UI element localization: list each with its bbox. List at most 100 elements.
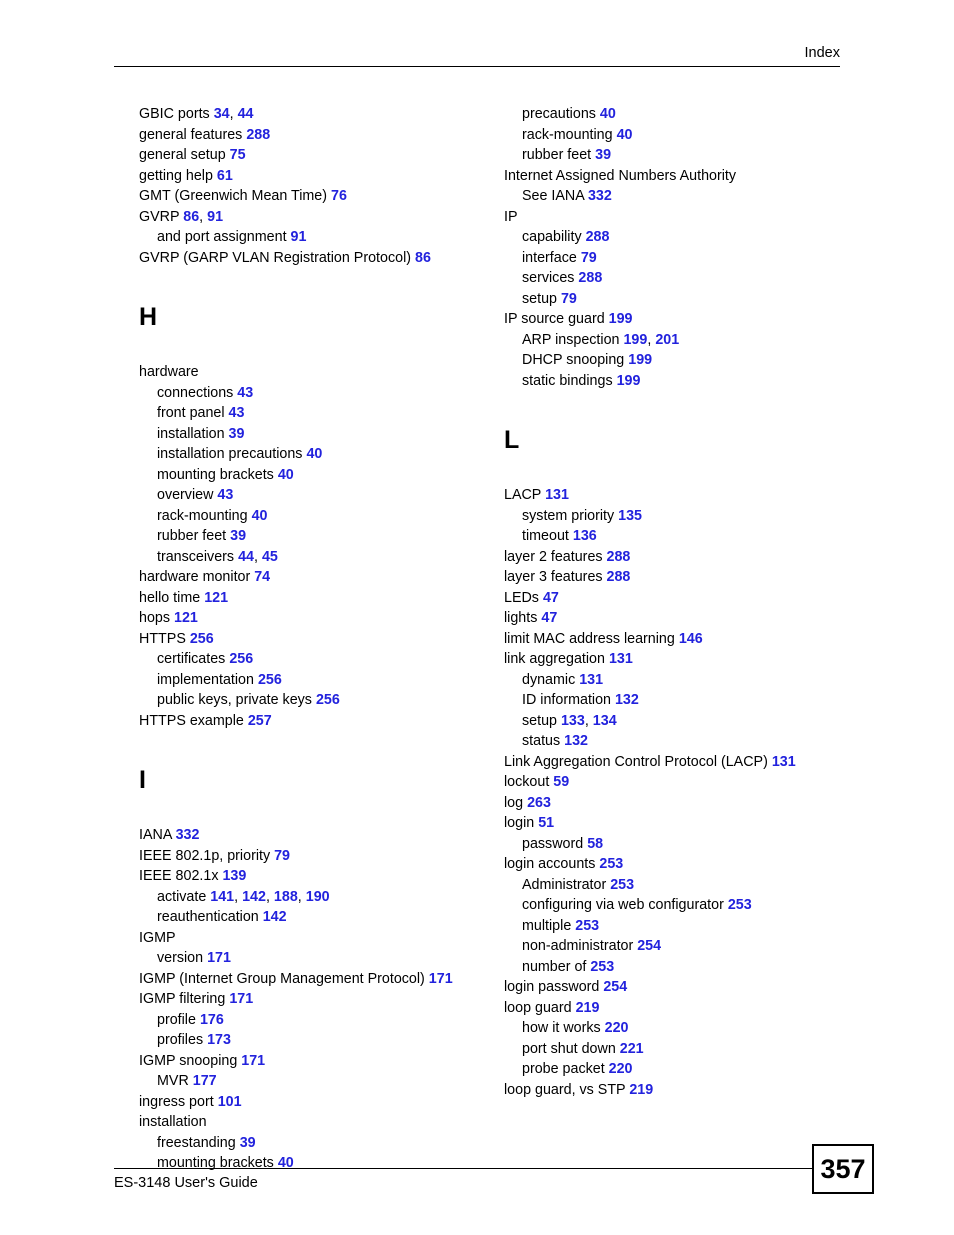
page-reference-link[interactable]: 44 [238, 106, 254, 122]
page-reference-link[interactable]: 221 [620, 1041, 644, 1057]
page-reference-link[interactable]: 44 [238, 549, 254, 565]
page-reference-link[interactable]: 79 [581, 250, 597, 266]
page-reference-link[interactable]: 121 [174, 610, 198, 626]
page-reference-link[interactable]: 146 [679, 631, 703, 647]
page-reference-link[interactable]: 288 [607, 549, 631, 565]
page-reference-link[interactable]: 79 [561, 291, 577, 307]
page-reference-link[interactable]: 219 [629, 1082, 653, 1098]
page-reference-link[interactable]: 256 [316, 692, 340, 708]
page-reference-link[interactable]: 134 [593, 713, 617, 729]
page-reference-link[interactable]: 220 [605, 1020, 629, 1036]
page-reference-link[interactable]: 39 [230, 528, 246, 544]
index-entry-label: profiles [157, 1032, 204, 1048]
page-reference-link[interactable]: 288 [246, 127, 270, 143]
page-reference-link[interactable]: 39 [240, 1135, 256, 1151]
page-reference-link[interactable]: 142 [242, 889, 266, 905]
page-reference-link[interactable]: 171 [229, 991, 253, 1007]
page-reference-link[interactable]: 40 [306, 446, 322, 462]
page-reference-link[interactable]: 43 [237, 385, 253, 401]
page-reference-link[interactable]: 220 [609, 1061, 633, 1077]
page-reference-link[interactable]: 201 [655, 332, 679, 348]
index-entry-label: IEEE 802.1p, priority [139, 847, 271, 864]
index-entry: IP source guard 199 [504, 309, 844, 330]
page-reference-link[interactable]: 254 [637, 938, 661, 954]
page-reference-link[interactable]: 40 [278, 467, 294, 483]
page-reference-link[interactable]: 74 [254, 569, 270, 585]
index-entry-label: IGMP filtering [139, 991, 226, 1007]
page-reference-link[interactable]: 253 [728, 897, 752, 913]
page-reference-link[interactable]: 47 [543, 590, 559, 606]
page-reference-link[interactable]: 136 [573, 528, 597, 544]
page-reference-link[interactable]: 253 [599, 856, 623, 872]
page-reference-link[interactable]: 131 [545, 487, 569, 503]
page-reference-link[interactable]: 139 [222, 868, 246, 884]
page-reference-link[interactable]: 253 [610, 877, 634, 893]
page-reference-link[interactable]: 101 [218, 1094, 242, 1110]
page-reference-link[interactable]: 131 [579, 672, 603, 688]
index-entry-label: IEEE 802.1x [139, 868, 219, 884]
index-entry-label: IGMP (Internet Group Management Protocol… [139, 970, 425, 987]
page-reference-link[interactable]: 79 [274, 848, 290, 864]
page-reference-link[interactable]: 288 [607, 569, 631, 585]
page-reference-link[interactable]: 75 [230, 147, 246, 163]
page-reference-link[interactable]: 40 [617, 127, 633, 143]
page-reference-link[interactable]: 91 [207, 209, 223, 225]
index-entry-label: profile [157, 1011, 196, 1028]
page-reference-link[interactable]: 131 [609, 651, 633, 667]
page-reference-link[interactable]: 39 [229, 426, 245, 442]
page-reference-link[interactable]: 199 [609, 311, 633, 327]
page-reference-link[interactable]: 256 [258, 672, 282, 688]
page-reference-link[interactable]: 288 [578, 270, 602, 286]
index-entry-label: reauthentication [157, 909, 259, 925]
page-reference-link[interactable]: 86 [183, 209, 199, 225]
page-reference-link[interactable]: 40 [252, 508, 268, 524]
page-reference-link[interactable]: 61 [217, 168, 233, 184]
page-reference-link[interactable]: 86 [415, 250, 431, 266]
page-reference-link[interactable]: 171 [241, 1053, 265, 1069]
page-reference-link[interactable]: 76 [331, 188, 347, 204]
page-reference-link[interactable]: 132 [564, 733, 588, 749]
page-reference-link[interactable]: 173 [207, 1032, 231, 1048]
page-reference-link[interactable]: 332 [176, 827, 200, 843]
page-reference-link[interactable]: 51 [538, 815, 554, 831]
page-reference-link[interactable]: 132 [615, 692, 639, 708]
page-reference-link[interactable]: 263 [527, 795, 551, 811]
page-reference-link[interactable]: 91 [291, 229, 307, 245]
page-reference-link[interactable]: 253 [590, 959, 614, 975]
page-reference-link[interactable]: 142 [263, 909, 287, 925]
page-reference-link[interactable]: 257 [248, 713, 272, 729]
page-reference-link[interactable]: 176 [200, 1012, 224, 1028]
page-reference-link[interactable]: 219 [576, 1000, 600, 1016]
index-subentry: password 58 [504, 834, 844, 855]
page-reference-link[interactable]: 171 [429, 971, 453, 987]
page-reference-link[interactable]: 43 [229, 405, 245, 421]
page-reference-link[interactable]: 40 [600, 106, 616, 122]
page-reference-link[interactable]: 43 [217, 487, 233, 503]
page-reference-link[interactable]: 39 [595, 147, 611, 163]
page-reference-link[interactable]: 47 [541, 610, 557, 626]
page-reference-link[interactable]: 131 [772, 754, 796, 770]
page-reference-link[interactable]: 256 [190, 631, 214, 647]
page-reference-link[interactable]: 199 [617, 373, 641, 389]
page-reference-link[interactable]: 288 [586, 229, 610, 245]
page-reference-link[interactable]: 256 [229, 651, 253, 667]
page-reference-link[interactable]: 254 [603, 979, 627, 995]
page-reference-link[interactable]: 253 [575, 918, 599, 934]
page-reference-link[interactable]: 59 [553, 774, 569, 790]
page-reference-link[interactable]: 332 [588, 188, 612, 204]
index-entry: installation [139, 1112, 469, 1133]
page-reference-link[interactable]: 34 [214, 106, 230, 122]
page-reference-link[interactable]: 199 [628, 352, 652, 368]
page-reference-link[interactable]: 190 [306, 889, 330, 905]
page-reference-link[interactable]: 133 [561, 713, 585, 729]
page-reference-link[interactable]: 188 [274, 889, 298, 905]
page-reference-link[interactable]: 141 [210, 889, 234, 905]
page-reference-link[interactable]: 171 [207, 950, 231, 966]
page-reference-link[interactable]: 121 [204, 590, 228, 606]
index-entry-group: IANA 332 IEEE 802.1p, priority 79 IEEE 802… [139, 825, 469, 1174]
page-reference-link[interactable]: 58 [587, 836, 603, 852]
page-reference-link[interactable]: 177 [193, 1073, 217, 1089]
page-reference-link[interactable]: 199 [623, 332, 647, 348]
page-reference-link[interactable]: 135 [618, 508, 642, 524]
page-reference-link[interactable]: 45 [262, 549, 278, 565]
